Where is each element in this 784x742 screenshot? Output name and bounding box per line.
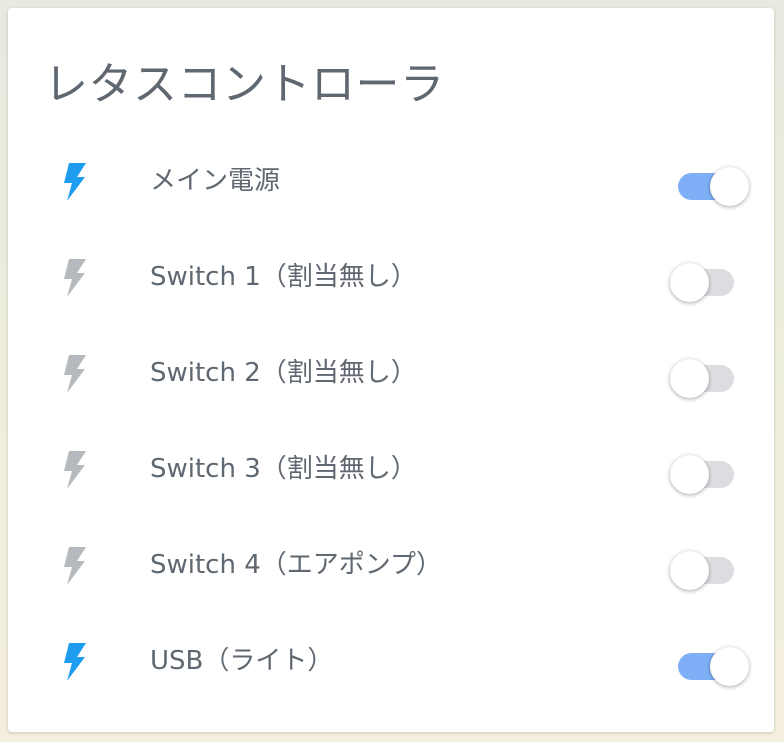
lightning-bolt-icon [62,258,88,298]
switch-label: Switch 1（割当無し） [150,262,417,292]
toggle-knob [710,167,749,206]
switch-4-toggle[interactable] [662,546,742,590]
usb-toggle[interactable] [662,642,749,686]
switch-row-1: Switch 1（割当無し） [8,230,774,326]
lightning-bolt-icon [62,354,88,394]
switch-row-3: Switch 3（割当無し） [8,422,774,518]
switch-label: Switch 2（割当無し） [150,358,417,388]
lightning-bolt-icon [62,546,88,586]
toggle-knob [670,455,709,494]
toggle-knob [670,359,709,398]
switch-row-usb: USB（ライト） [8,614,774,710]
switch-1-toggle[interactable] [662,258,742,302]
switch-3-toggle[interactable] [662,450,742,494]
switch-row-main-power: メイン電源 [8,134,774,230]
toggle-knob [710,647,749,686]
switch-row-4: Switch 4（エアポンプ） [8,518,774,614]
switch-list: メイン電源 Switch 1（割当無し） Switch 2（割当無し） Swit… [8,134,774,710]
switch-label: Switch 4（エアポンプ） [150,550,442,580]
main-power-toggle[interactable] [662,162,749,206]
lightning-bolt-icon [62,450,88,490]
card-title: レタスコントローラ [44,59,445,110]
controller-card: レタスコントローラ メイン電源 Switch 1（割当無し） Switch 2（… [8,8,774,732]
switch-2-toggle[interactable] [662,354,742,398]
lightning-bolt-icon [62,642,88,682]
switch-label: Switch 3（割当無し） [150,454,417,484]
switch-row-2: Switch 2（割当無し） [8,326,774,422]
switch-label: メイン電源 [150,166,281,196]
lightning-bolt-icon [62,162,88,202]
toggle-knob [670,551,709,590]
toggle-knob [670,263,709,302]
switch-label: USB（ライト） [150,646,334,676]
